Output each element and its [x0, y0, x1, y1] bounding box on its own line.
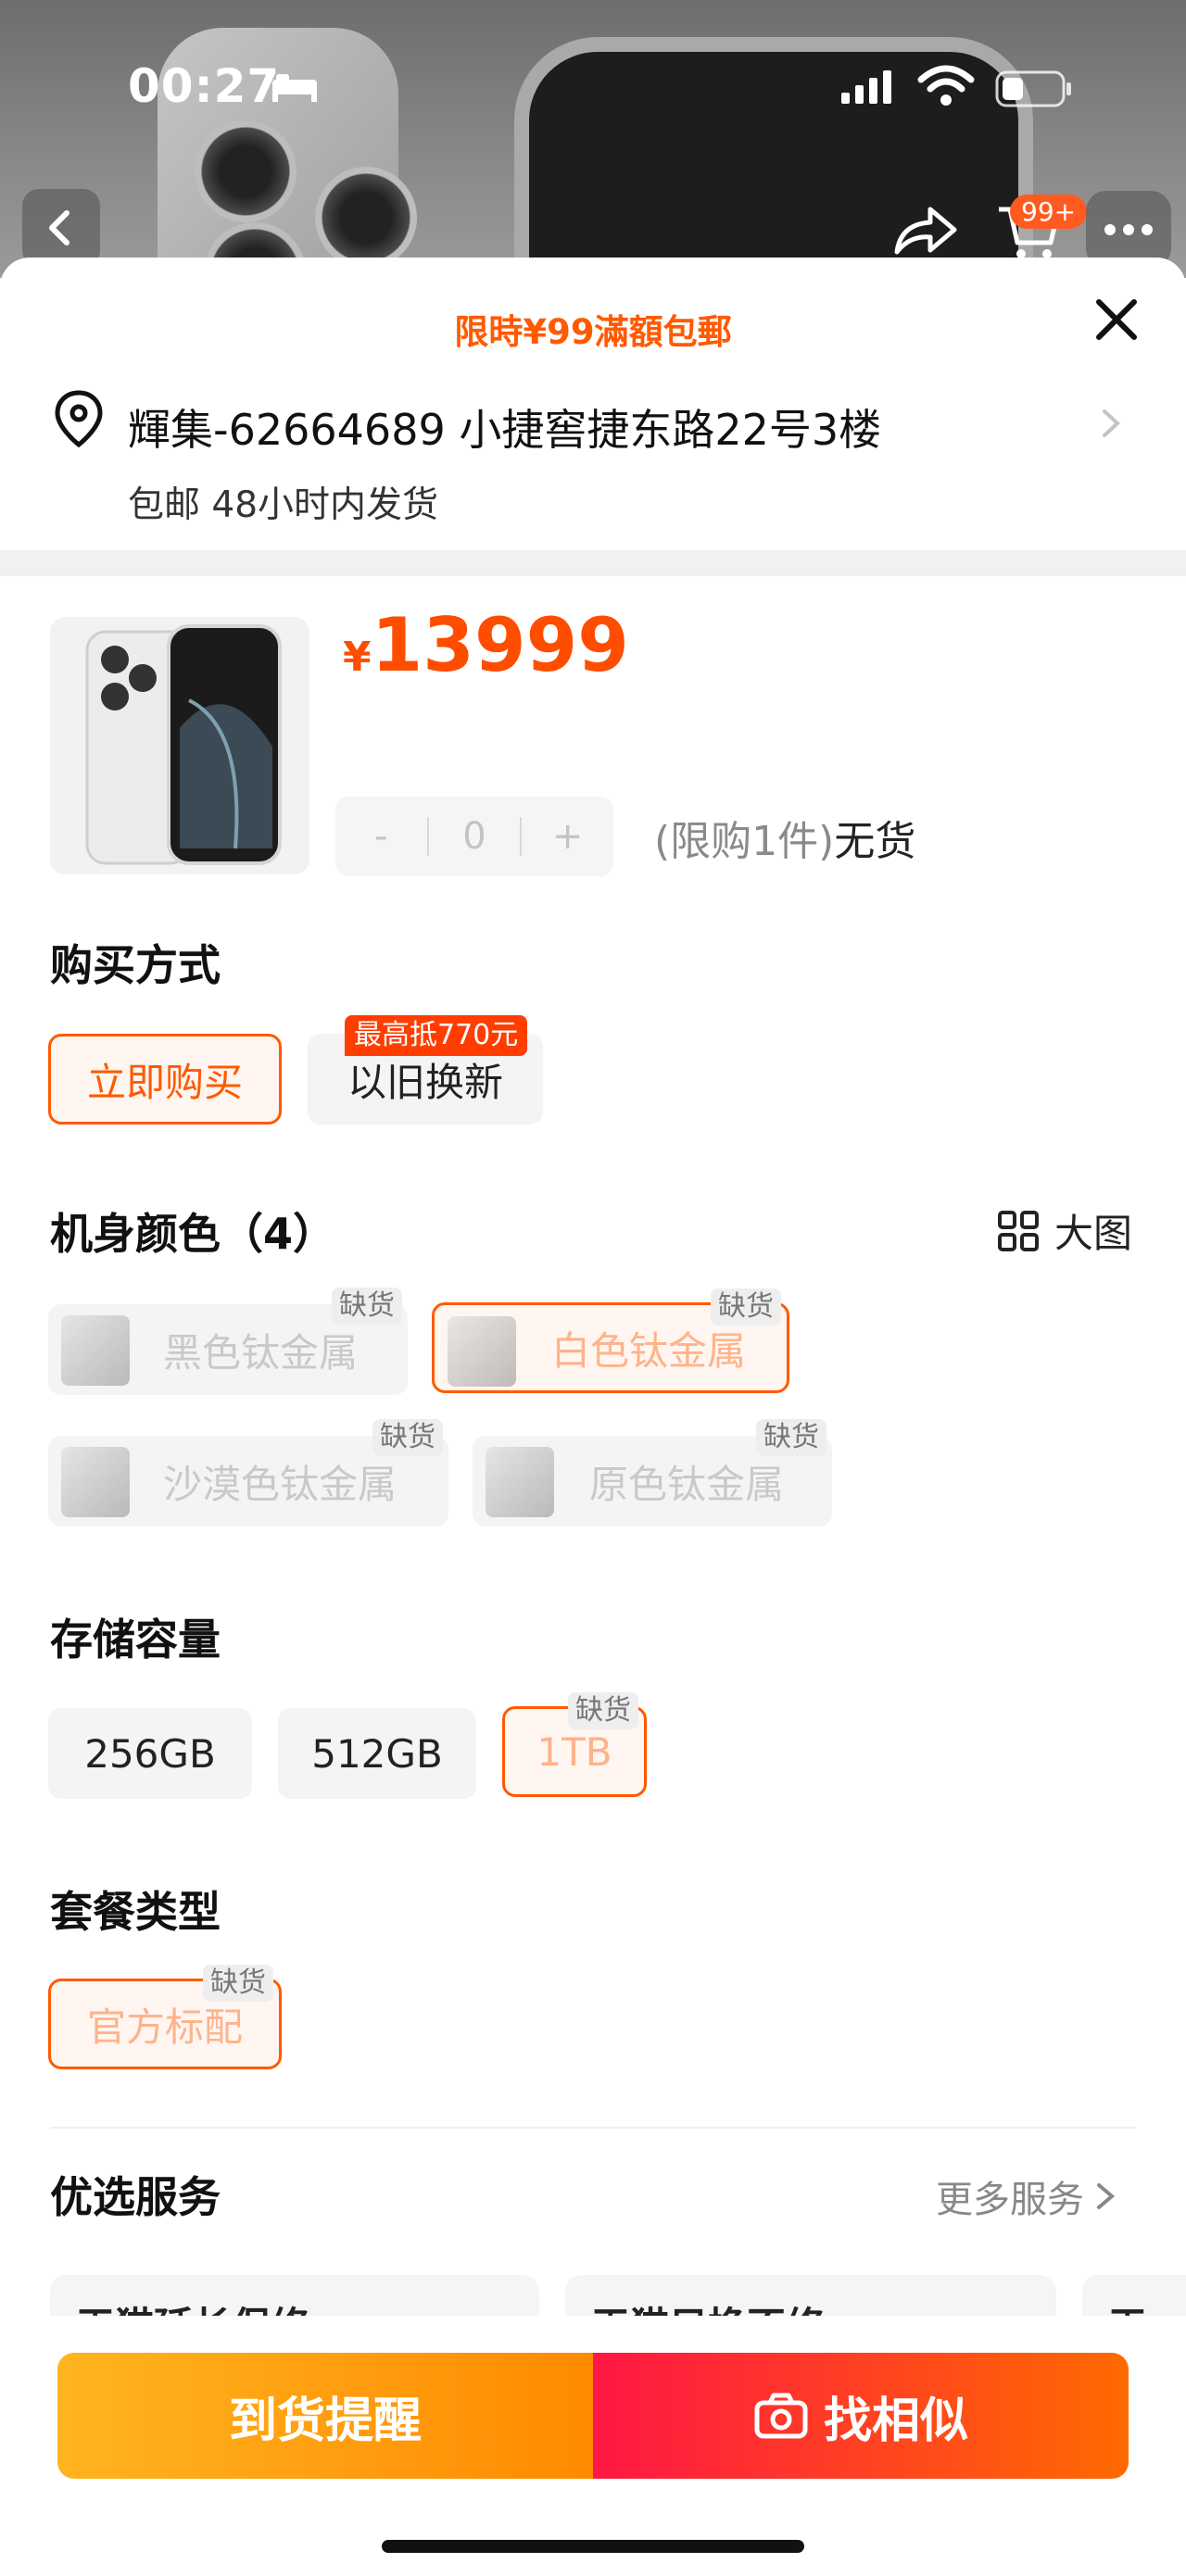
location-pin-icon: [55, 390, 103, 448]
back-button[interactable]: [22, 189, 100, 267]
option-buy-now[interactable]: 立即购买: [48, 1034, 282, 1125]
divider: [50, 2127, 1136, 2129]
option-label: 512GB: [311, 1730, 443, 1777]
big-image-label: 大图: [1054, 1211, 1133, 1256]
delivery-address[interactable]: 輝集-62664689 小捷窖捷东路22号3楼: [128, 396, 881, 458]
chevron-right-icon[interactable]: [1097, 402, 1125, 445]
storage-option-256gb[interactable]: 256GB: [48, 1708, 252, 1799]
package-section-title: 套餐类型: [50, 1887, 221, 1937]
section-divider: [0, 550, 1186, 576]
color-section-title: 机身颜色（4）: [50, 1209, 336, 1259]
sleep-bed-icon: [272, 74, 317, 102]
chevron-left-icon: [49, 210, 69, 245]
sku-selection-sheet: 限時¥99滿額包郵 輝集-62664689 小捷窖捷东路22号3楼 包邮 48小…: [0, 258, 1186, 2576]
quantity-increase-button[interactable]: +: [522, 815, 613, 858]
out-of-stock-tag: 缺货: [568, 1692, 638, 1729]
quantity-value[interactable]: 0: [429, 815, 521, 858]
option-label: 官方标配: [86, 2004, 243, 2050]
more-services-link[interactable]: 更多服务: [936, 2169, 1119, 2223]
chevron-right-icon: [1097, 2183, 1116, 2209]
color-thumbnail: [61, 1315, 130, 1386]
storage-option-512gb[interactable]: 512GB: [278, 1708, 476, 1799]
out-of-stock-tag: 缺货: [372, 1419, 443, 1456]
price-value: 13999: [371, 602, 629, 688]
more-services-label: 更多服务: [936, 2179, 1084, 2221]
quantity-decrease-button[interactable]: -: [335, 815, 427, 858]
arrival-notify-label: 到货提醒: [228, 2393, 422, 2449]
trade-in-discount-tag: 最高抵770元: [345, 1015, 528, 1056]
package-option-official[interactable]: 缺货 官方标配: [48, 1965, 282, 2069]
find-similar-label: 找相似: [823, 2393, 968, 2449]
status-time: 00:27: [128, 59, 281, 113]
grid-view-icon: [998, 1210, 1039, 1251]
out-of-stock-tag: 缺货: [332, 1288, 402, 1325]
color-thumbnail: [61, 1447, 130, 1517]
battery-icon: [995, 70, 1071, 107]
free-shipping-promo: 限時¥99滿額包郵: [454, 312, 732, 352]
product-price: ¥13999: [343, 602, 629, 688]
option-label: 沙漠色钛金属: [163, 1461, 397, 1507]
product-phone-image: [85, 624, 282, 865]
option-label: 256GB: [84, 1730, 216, 1777]
color-thumbnail: [448, 1316, 516, 1387]
option-label: 黑色钛金属: [163, 1329, 359, 1376]
services-section-title: 优选服务: [50, 2172, 221, 2222]
currency-symbol: ¥: [343, 634, 372, 681]
cart-count-badge: 99+: [1010, 195, 1088, 229]
shipping-info: 包邮 48小时内发货: [128, 484, 439, 526]
cellular-signal-icon: [841, 70, 891, 104]
out-of-stock-label: 无货: [834, 818, 916, 865]
status-bar: 00:27: [0, 0, 1186, 176]
find-similar-button[interactable]: 找相似: [593, 2353, 1129, 2479]
option-label: 白色钛金属: [551, 1327, 747, 1374]
option-label: 以旧换新: [347, 1059, 503, 1105]
close-icon: [1096, 299, 1137, 340]
quantity-stepper: - 0 +: [335, 797, 613, 876]
option-label: 立即购买: [86, 1059, 243, 1105]
color-option-white[interactable]: 缺货 白色钛金属: [432, 1288, 789, 1393]
storage-option-1tb[interactable]: 缺货 1TB: [502, 1692, 647, 1797]
out-of-stock-tag: 缺货: [711, 1288, 781, 1326]
share-icon: [894, 207, 957, 255]
share-button[interactable]: [888, 196, 962, 263]
option-label: 1TB: [536, 1728, 612, 1775]
big-image-toggle[interactable]: 大图: [997, 1202, 1132, 1259]
arrival-notify-button[interactable]: 到货提醒: [57, 2353, 593, 2479]
color-option-desert[interactable]: 缺货 沙漠色钛金属: [48, 1419, 448, 1527]
color-option-black[interactable]: 缺货 黑色钛金属: [48, 1288, 408, 1395]
home-indicator: [382, 2540, 804, 2553]
storage-section-title: 存储容量: [50, 1615, 221, 1665]
out-of-stock-tag: 缺货: [203, 1965, 273, 2002]
purchase-limit: (限购1件): [654, 818, 835, 865]
color-option-natural[interactable]: 缺货 原色钛金属: [473, 1419, 832, 1527]
option-label: 原色钛金属: [589, 1461, 785, 1507]
out-of-stock-tag: 缺货: [756, 1419, 826, 1456]
product-thumbnail[interactable]: [50, 617, 309, 874]
color-thumbnail: [486, 1447, 554, 1517]
wifi-icon: [917, 65, 975, 106]
camera-icon: [754, 2393, 808, 2439]
option-trade-in[interactable]: 最高抵770元 以旧换新: [308, 1015, 543, 1125]
close-button[interactable]: [1086, 289, 1147, 350]
purchase-method-title: 购买方式: [50, 940, 221, 990]
camera-lens: [315, 167, 417, 269]
stock-status: (限购1件)无货: [654, 808, 915, 867]
